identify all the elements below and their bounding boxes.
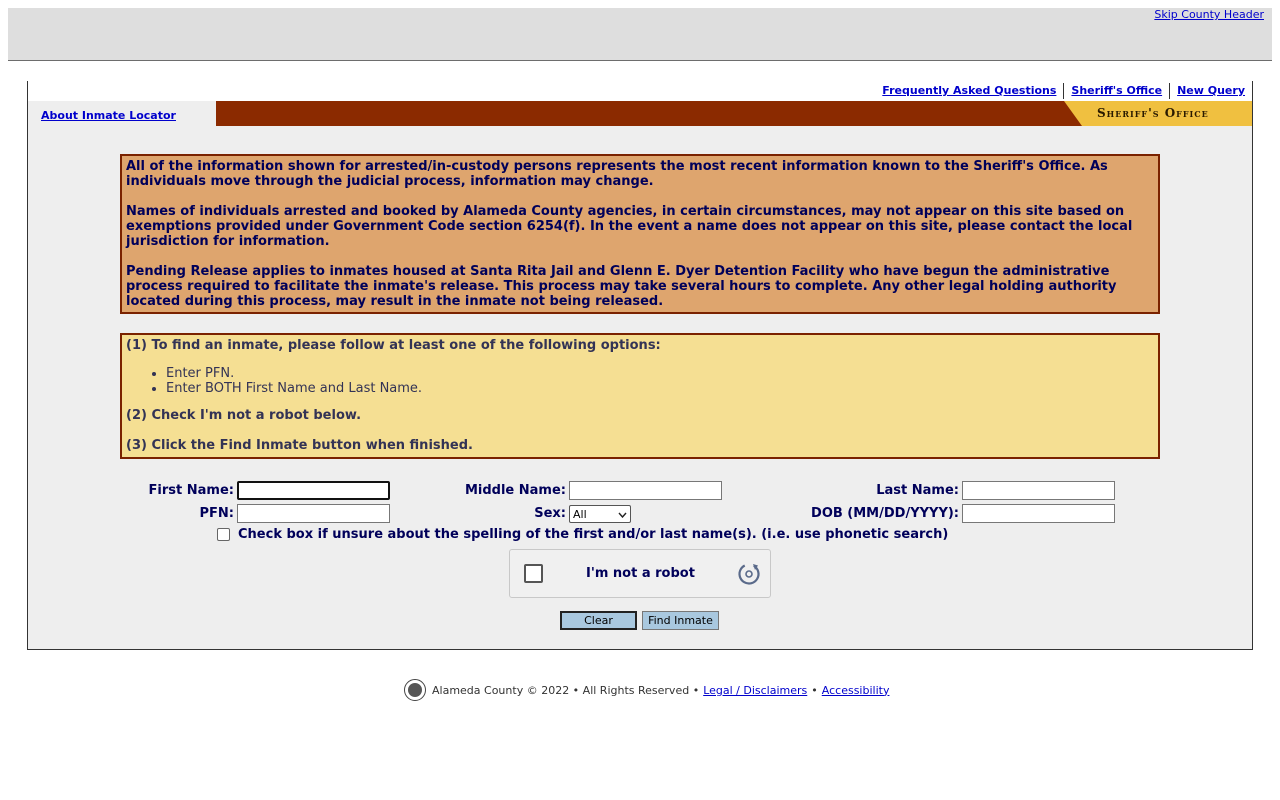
logo-text: Sheriff's Office [1097,106,1209,120]
captcha-checkbox[interactable] [524,564,543,583]
skip-county-header-link[interactable]: Skip County Header [1154,8,1264,21]
new-query-link[interactable]: New Query [1170,84,1252,99]
captcha-refresh-icon [736,561,762,587]
notice-paragraph: All of the information shown for arreste… [126,159,1108,189]
clear-button[interactable]: Clear [560,611,637,630]
search-panel: All of the information shown for arreste… [28,126,1252,649]
first-name-input[interactable] [237,481,390,500]
sex-select[interactable]: All [569,505,631,523]
last-name-label: Last Name: [876,483,959,498]
sex-select-value: All [573,507,587,521]
phonetic-search-row: Check box if unsure about the spelling o… [217,527,948,542]
notice-paragraph: Names of individuals arrested and booked… [126,204,1133,249]
main-container: Frequently Asked Questions Sheriff's Off… [27,81,1253,650]
tab-bar: About Inmate Locator Sheriff's Office [28,101,1252,126]
about-tab: About Inmate Locator [28,101,216,126]
footer: Alameda County © 2022 • All Rights Reser… [404,679,889,701]
middle-name-input[interactable] [569,481,722,500]
county-seal-icon [404,679,426,701]
instruction-option: Enter PFN. [166,366,1154,381]
sheriffs-office-logo: Sheriff's Office [1064,101,1252,126]
footer-separator: • [811,683,818,697]
accessibility-link[interactable]: Accessibility [822,684,890,697]
instruction-options: Enter PFN. Enter BOTH First Name and Las… [166,366,1154,396]
sheriffs-office-link[interactable]: Sheriff's Office [1064,84,1169,99]
county-header: Skip County Header [8,8,1272,61]
notice-box: All of the information shown for arreste… [120,154,1160,314]
captcha-widget: I'm not a robot [509,549,771,598]
legal-disclaimers-link[interactable]: Legal / Disclaimers [703,684,807,697]
dob-input[interactable] [962,504,1115,523]
pfn-input[interactable] [237,504,390,523]
instruction-step-3: (3) Click the Find Inmate button when fi… [126,438,473,453]
instructions-box: (1) To find an inmate, please follow at … [120,333,1160,459]
instruction-option: Enter BOTH First Name and Last Name. [166,381,1154,396]
dob-label: DOB (MM/DD/YYYY): [811,506,959,521]
pfn-label: PFN: [199,506,235,521]
instruction-step-2: (2) Check I'm not a robot below. [126,408,362,423]
copyright-text: Alameda County © 2022 • All Rights Reser… [432,683,700,697]
find-inmate-button[interactable]: Find Inmate [642,611,719,630]
sex-label: Sex: [534,506,566,521]
instruction-step-1: (1) To find an inmate, please follow at … [126,338,661,353]
phonetic-search-label: Check box if unsure about the spelling o… [238,527,949,542]
phonetic-search-checkbox[interactable] [217,528,230,541]
middle-name-label: Middle Name: [464,483,566,498]
about-inmate-locator-link[interactable]: About Inmate Locator [41,109,176,122]
notice-paragraph: Pending Release applies to inmates house… [126,264,1117,309]
last-name-input[interactable] [962,481,1115,500]
first-name-label: First Name: [148,483,234,498]
captcha-label: I'm not a robot [586,566,695,581]
faq-link[interactable]: Frequently Asked Questions [875,84,1063,99]
chevron-down-icon [618,508,627,521]
top-links: Frequently Asked Questions Sheriff's Off… [875,83,1252,99]
